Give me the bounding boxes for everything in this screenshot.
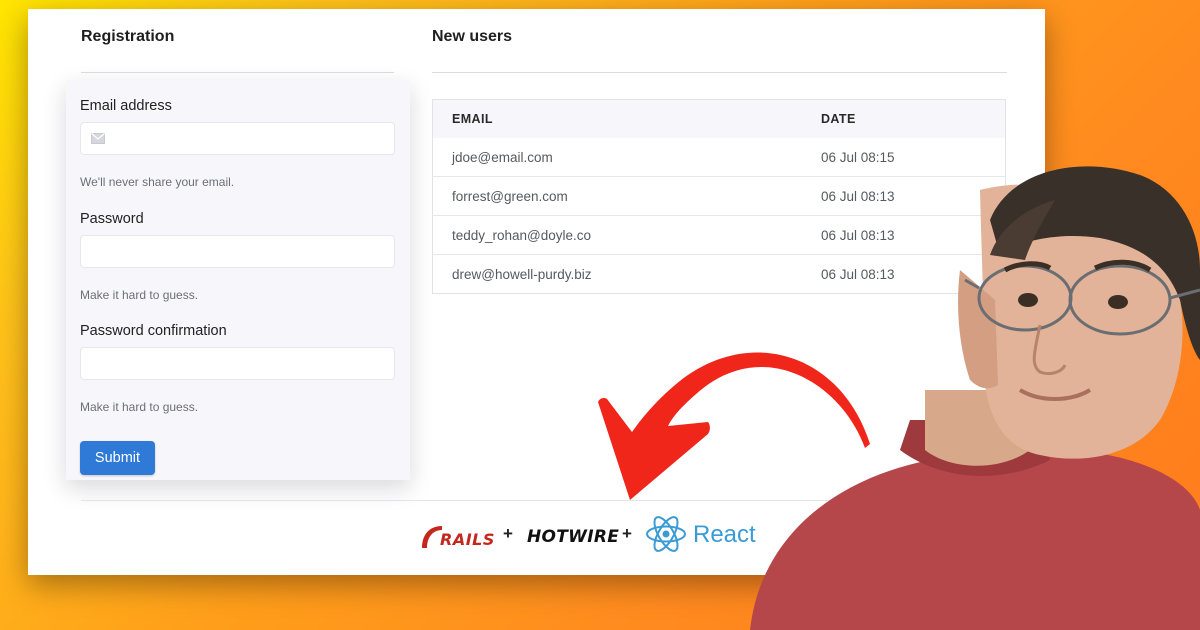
registration-divider bbox=[81, 72, 394, 73]
rails-logo-text: RAILS bbox=[440, 530, 495, 549]
new-users-title: New users bbox=[432, 28, 513, 45]
rails-logo-icon bbox=[422, 526, 442, 548]
password-confirmation-label: Password confirmation bbox=[80, 323, 227, 339]
new-users-divider bbox=[432, 72, 1007, 73]
table-header-row: EMAIL DATE bbox=[432, 99, 1006, 138]
registration-form: Email address We'll never share your ema… bbox=[66, 80, 410, 480]
email-field[interactable] bbox=[80, 122, 395, 155]
password-confirmation-help-text: Make it hard to guess. bbox=[80, 400, 199, 414]
react-logo-text: React bbox=[693, 521, 756, 548]
password-confirmation-field[interactable] bbox=[80, 347, 395, 380]
column-header-email: EMAIL bbox=[432, 99, 802, 138]
column-header-date: DATE bbox=[802, 99, 1006, 138]
password-label: Password bbox=[80, 211, 144, 227]
password-help-text: Make it hard to guess. bbox=[80, 288, 199, 302]
plus-separator: + bbox=[622, 524, 632, 543]
mail-icon bbox=[91, 133, 105, 144]
presenter-photo bbox=[750, 166, 1200, 630]
email-label: Email address bbox=[80, 98, 172, 114]
tech-logos: RAILS + HOTWIRE + React bbox=[420, 512, 780, 556]
email-help-text: We'll never share your email. bbox=[80, 175, 235, 189]
password-field[interactable] bbox=[80, 235, 395, 268]
react-logo-icon bbox=[646, 516, 686, 552]
hotwire-logo-text: HOTWIRE bbox=[527, 527, 620, 547]
registration-title: Registration bbox=[81, 28, 175, 45]
plus-separator: + bbox=[503, 524, 513, 543]
submit-button[interactable]: Submit bbox=[80, 441, 155, 475]
